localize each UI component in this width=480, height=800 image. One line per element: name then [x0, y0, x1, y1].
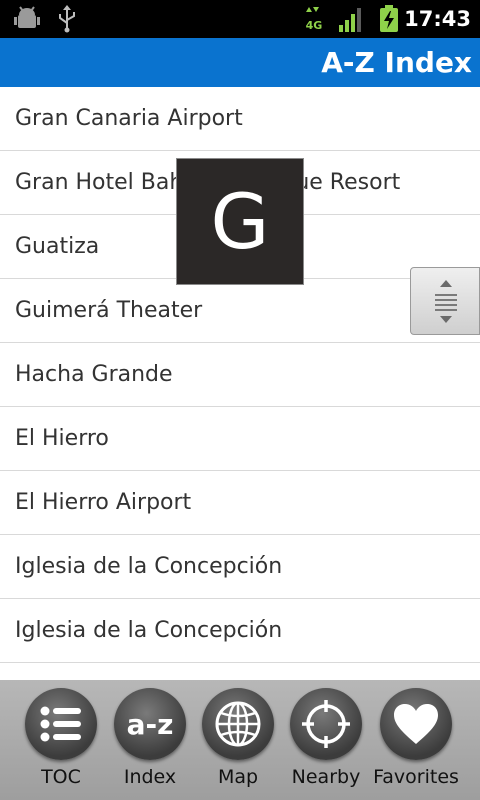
- toc-button[interactable]: TOC: [17, 686, 105, 796]
- list-item-label: Iglesia de la Concepción: [15, 554, 283, 579]
- scroll-grip-icon: [435, 280, 457, 323]
- crosshair-icon: [290, 688, 362, 760]
- favorites-button[interactable]: Favorites: [372, 686, 460, 796]
- globe-icon: [202, 688, 274, 760]
- bottom-toolbar: TOC a-z Index Map Nearby Favorites: [0, 680, 480, 800]
- favorites-label: Favorites: [373, 766, 459, 788]
- list-item-label: Gran Canaria Airport: [15, 106, 243, 131]
- list-item-label: El Hierro Airport: [15, 490, 192, 515]
- section-letter: G: [210, 176, 270, 266]
- svg-text:a-z: a-z: [127, 708, 174, 741]
- list-item[interactable]: El Hierro: [0, 407, 480, 471]
- usb-icon: [59, 5, 75, 33]
- title-bar: A-Z Index: [0, 38, 480, 87]
- nearby-label: Nearby: [291, 766, 361, 788]
- list-item-label: El Hierro: [15, 426, 109, 451]
- list-icon: [25, 688, 97, 760]
- toc-label: TOC: [41, 766, 81, 788]
- signal-strength-icon: [339, 8, 361, 32]
- page-title: A-Z Index: [321, 46, 472, 79]
- list-item[interactable]: Iglesia de la Concepción: [0, 535, 480, 599]
- index-label: Index: [123, 766, 177, 788]
- list-item[interactable]: Hacha Grande: [0, 343, 480, 407]
- list-item[interactable]: Guimerá Theater: [0, 279, 480, 343]
- map-button[interactable]: Map: [194, 686, 282, 796]
- section-letter-overlay: G: [176, 158, 304, 285]
- svg-text:4G: 4G: [306, 19, 323, 32]
- list-item-label: Guimerá Theater: [15, 298, 203, 323]
- fast-scroll-thumb[interactable]: [410, 267, 480, 335]
- network-4g-icon: 4G: [306, 7, 323, 32]
- list-item-label: Hacha Grande: [15, 362, 173, 387]
- nearby-button[interactable]: Nearby: [282, 686, 370, 796]
- index-button[interactable]: a-z Index: [106, 686, 194, 796]
- status-bar: 4G 17:43: [0, 0, 480, 38]
- status-time: 17:43: [404, 7, 471, 31]
- list-item[interactable]: El Hierro Airport: [0, 471, 480, 535]
- a-z-icon: a-z: [114, 688, 186, 760]
- map-label: Map: [217, 766, 259, 788]
- list-item[interactable]: Iglesia de la Concepción: [0, 599, 480, 663]
- battery-charging-icon: [380, 5, 398, 32]
- list-item-label: Guatiza: [15, 234, 100, 259]
- android-debug-icon: [14, 6, 40, 28]
- heart-icon: [380, 688, 452, 760]
- list-item[interactable]: Gran Canaria Airport: [0, 87, 480, 151]
- list-item-label: Iglesia de la Concepción: [15, 618, 283, 643]
